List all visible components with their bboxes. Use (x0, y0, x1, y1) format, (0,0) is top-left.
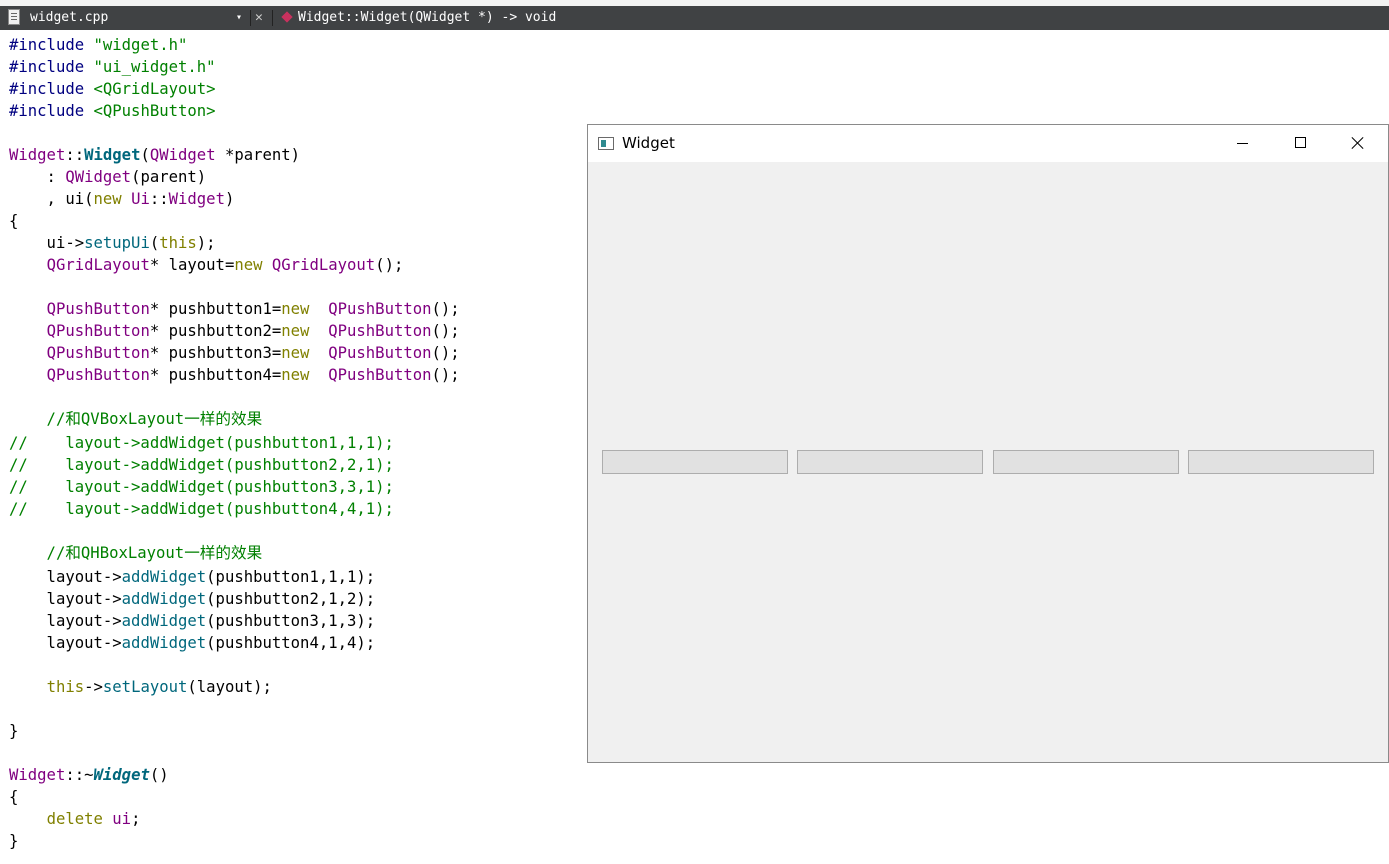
close-document-icon[interactable]: ✕ (255, 6, 263, 30)
editor-tab-bar: widget.cpp ▾ ✕ Widget::Widget(QWidget *)… (0, 6, 1389, 30)
symbol-selector[interactable]: Widget::Widget(QWidget *) -> void (298, 6, 556, 30)
code-comment: //和QVBoxLayout一样的效果 (9, 410, 263, 428)
code-comment: // layout->addWidget(pushbutton1,1,1); (9, 434, 394, 452)
code-line: : QWidget(parent) (9, 168, 207, 186)
code-comment: // layout->addWidget(pushbutton3,3,1); (9, 478, 394, 496)
maximize-button[interactable] (1271, 125, 1329, 162)
separator (272, 10, 273, 26)
close-button[interactable] (1329, 125, 1387, 162)
method-symbol-icon (281, 11, 293, 23)
window-titlebar[interactable]: Widget (588, 125, 1388, 162)
code-line: } (9, 722, 19, 740)
code-comment: //和QHBoxLayout一样的效果 (9, 544, 263, 562)
code-line: Widget::Widget(QWidget *parent) (9, 146, 301, 164)
code-line: #include <QPushButton> (9, 102, 216, 120)
push-button-4[interactable] (1188, 450, 1374, 474)
dropdown-icon[interactable]: ▾ (236, 6, 242, 30)
code-line: QPushButton* pushbutton4=new QPushButton… (46, 366, 460, 384)
minimize-button[interactable] (1213, 125, 1271, 162)
push-button-3[interactable] (993, 450, 1179, 474)
code-comment: // layout->addWidget(pushbutton4,4,1); (9, 500, 394, 518)
code-line: Widget::~Widget() (9, 766, 169, 784)
code-line: layout->addWidget(pushbutton3,1,3); (9, 612, 376, 630)
window-title: Widget (622, 134, 675, 152)
file-name-tab[interactable]: widget.cpp (30, 6, 108, 30)
code-line: QPushButton* pushbutton3=new QPushButton… (46, 344, 460, 362)
minimize-icon (1237, 143, 1248, 144)
code-line: layout->addWidget(pushbutton4,1,4); (9, 634, 376, 652)
code-comment: // layout->addWidget(pushbutton2,2,1); (9, 456, 394, 474)
widget-window: Widget (587, 124, 1389, 763)
code-line: { (9, 788, 19, 806)
code-line: delete ui; (46, 810, 141, 828)
code-line: QPushButton* pushbutton2=new QPushButton… (46, 322, 460, 340)
close-icon (1351, 136, 1365, 150)
code-line: } (9, 832, 19, 850)
code-line: { (9, 212, 19, 230)
code-line: #include <QGridLayout> (9, 80, 216, 98)
code-line: layout->addWidget(pushbutton2,1,2); (9, 590, 376, 608)
code-line: this->setLayout(layout); (46, 678, 272, 696)
code-line: layout->addWidget(pushbutton1,1,1); (9, 568, 376, 586)
push-button-2[interactable] (797, 450, 983, 474)
file-icon (8, 9, 20, 25)
window-app-icon (598, 137, 614, 150)
separator (250, 10, 251, 26)
code-line: #include "ui_widget.h" (9, 58, 216, 76)
code-line: QGridLayout* layout=new QGridLayout(); (46, 256, 404, 274)
code-line: , ui(new Ui::Widget) (9, 190, 235, 208)
push-button-1[interactable] (602, 450, 788, 474)
code-line: ui->setupUi(this); (9, 234, 216, 252)
code-line: #include "widget.h" (9, 36, 188, 54)
code-line: QPushButton* pushbutton1=new QPushButton… (46, 300, 460, 318)
maximize-icon (1295, 137, 1306, 148)
